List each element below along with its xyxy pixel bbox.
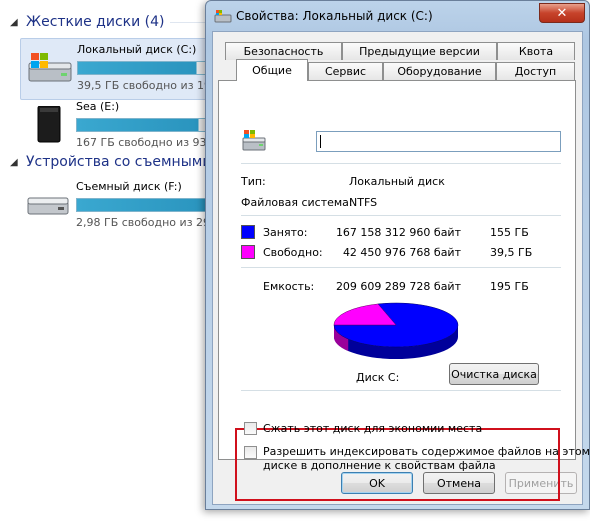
drive-item-f[interactable]: Съемный диск (F:) 2,98 ГБ свободно из 29… bbox=[20, 176, 226, 238]
close-button[interactable]: ✕ bbox=[539, 3, 585, 23]
allow-indexing-label-line1: Разрешить индексировать содержимое файло… bbox=[263, 445, 590, 458]
dialog-title: Свойства: Локальный диск (C:) bbox=[236, 9, 433, 23]
drive-item-c[interactable]: Локальный диск (C:) 39,5 ГБ свободно из … bbox=[20, 38, 227, 100]
external-drive-icon bbox=[37, 106, 61, 143]
group-header-removable[interactable]: ◢ Устройства со съемными bbox=[10, 152, 211, 172]
filesystem-label: Файловая система: bbox=[241, 196, 353, 209]
local-disk-icon bbox=[214, 10, 232, 23]
tab-hardware[interactable]: Оборудование bbox=[383, 62, 496, 80]
tab-label: Предыдущие версии bbox=[359, 45, 480, 58]
drive-item-e[interactable]: Sea (E:) 167 ГБ свободно из 931 bbox=[20, 96, 226, 158]
free-label: Свободно: bbox=[263, 246, 323, 259]
close-icon: ✕ bbox=[556, 5, 568, 21]
tab-security[interactable]: Безопасность bbox=[225, 42, 342, 60]
drive-name: Съемный диск (F:) bbox=[76, 180, 182, 193]
allow-indexing-label-line2: диске в дополнение к свойствам файла bbox=[263, 459, 496, 472]
group-label: Жесткие диски (4) bbox=[26, 14, 165, 30]
separator bbox=[241, 215, 561, 216]
free-bytes: 42 450 976 768 байт bbox=[342, 246, 461, 259]
tab-label: Общие bbox=[252, 64, 292, 77]
used-size: 155 ГБ bbox=[490, 226, 529, 239]
collapse-chevron-icon[interactable]: ◢ bbox=[10, 157, 26, 168]
separator bbox=[241, 267, 561, 268]
local-disk-icon bbox=[28, 53, 72, 82]
drive-free-space: 167 ГБ свободно из 931 bbox=[76, 136, 214, 149]
collapse-chevron-icon[interactable]: ◢ bbox=[10, 17, 26, 28]
drive-usage-bar bbox=[76, 118, 226, 132]
dialog-client-area: Безопасность Предыдущие версии Квота Общ… bbox=[212, 31, 590, 505]
tab-label: Доступ bbox=[514, 65, 557, 78]
tab-label: Сервис bbox=[324, 65, 367, 78]
free-space-swatch bbox=[241, 245, 255, 259]
tab-general[interactable]: Общие bbox=[236, 59, 308, 81]
used-bytes: 167 158 312 960 байт bbox=[335, 226, 461, 239]
compress-drive-checkbox[interactable] bbox=[244, 422, 257, 435]
local-disk-icon bbox=[242, 130, 266, 151]
type-label: Тип: bbox=[241, 175, 266, 188]
dialog-titlebar[interactable]: Свойства: Локальный диск (C:) ✕ bbox=[206, 1, 589, 31]
tab-quota[interactable]: Квота bbox=[497, 42, 575, 60]
tab-sharing[interactable]: Доступ bbox=[496, 62, 575, 80]
used-label: Занято: bbox=[263, 226, 308, 239]
allow-indexing-checkbox[interactable] bbox=[244, 446, 257, 459]
drive-name: Локальный диск (C:) bbox=[77, 43, 197, 56]
disk-label: Диск C: bbox=[356, 371, 400, 384]
removable-disk-icon bbox=[27, 197, 69, 215]
properties-dialog: Свойства: Локальный диск (C:) ✕ Безопасн… bbox=[205, 0, 590, 510]
type-value: Локальный диск bbox=[349, 175, 445, 188]
button-label: Очистка диска bbox=[451, 367, 537, 381]
drive-free-space: 39,5 ГБ свободно из 195 bbox=[77, 79, 219, 92]
tab-tools[interactable]: Сервис bbox=[308, 62, 383, 80]
tab-label: Оборудование bbox=[397, 65, 482, 78]
volume-name-input[interactable] bbox=[316, 131, 561, 152]
drive-usage-bar bbox=[76, 198, 226, 212]
free-size: 39,5 ГБ bbox=[490, 246, 533, 259]
used-space-swatch bbox=[241, 225, 255, 239]
tab-label: Квота bbox=[518, 45, 554, 58]
disk-usage-pie-chart bbox=[333, 302, 459, 359]
capacity-bytes: 209 609 289 728 байт bbox=[335, 280, 461, 293]
tab-label: Безопасность bbox=[243, 45, 324, 58]
disk-cleanup-button[interactable]: Очистка диска bbox=[449, 363, 539, 385]
drive-free-space: 2,98 ГБ свободно из 29,6 bbox=[76, 216, 221, 229]
capacity-label: Емкость: bbox=[263, 280, 315, 293]
group-header-hard-disks[interactable]: ◢ Жесткие диски (4) bbox=[10, 12, 164, 32]
drive-name: Sea (E:) bbox=[76, 100, 120, 113]
general-tab-panel: Тип: Локальный диск Файловая система: NT… bbox=[218, 80, 590, 501]
capacity-size: 195 ГБ bbox=[490, 280, 529, 293]
group-divider bbox=[170, 22, 205, 23]
separator bbox=[241, 390, 561, 391]
text-caret bbox=[320, 135, 321, 148]
separator bbox=[241, 163, 561, 164]
filesystem-value: NTFS bbox=[349, 196, 378, 209]
compress-drive-label: Сжать этот диск для экономии места bbox=[263, 422, 483, 435]
group-label: Устройства со съемными bbox=[26, 154, 212, 170]
tab-previous-versions[interactable]: Предыдущие версии bbox=[342, 42, 497, 60]
